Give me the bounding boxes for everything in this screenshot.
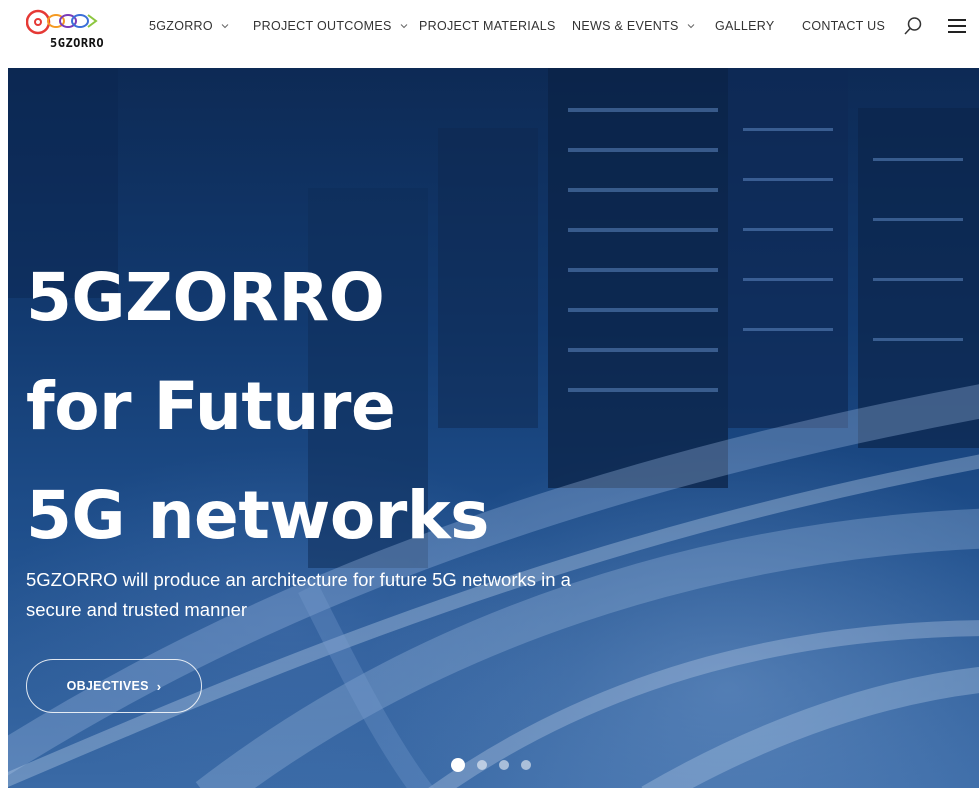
nav-item-label: PROJECT MATERIALS [419,19,556,33]
nav-item-gallery[interactable]: GALLERY [715,19,775,33]
hero-slider: 5GZORRO for Future 5G networks 5GZORRO w… [8,68,979,788]
chevron-right-icon: › [156,678,162,694]
slider-pagination [451,758,531,772]
objectives-button[interactable]: OBJECTIVES › [26,659,202,713]
chevron-down-icon [221,24,229,29]
chevron-down-icon [400,24,407,29]
site-header: 5GZORRO 5GZORRO PROJECT OUTCOMES PROJECT… [0,0,979,68]
nav-item-label: GALLERY [715,19,775,33]
slider-dot-3[interactable] [499,760,509,770]
nav-item-label: CONTACT US [802,19,886,33]
nav-item-project-materials[interactable]: PROJECT MATERIALS [419,19,556,33]
search-icon[interactable] [903,16,923,36]
nav-item-label: NEWS & EVENTS [572,19,679,33]
chevron-down-icon [687,24,695,29]
slider-dot-4[interactable] [521,760,531,770]
hero-title: 5GZORRO for Future 5G networks [26,259,489,554]
nav-item-label: PROJECT OUTCOMES [253,19,392,33]
objectives-button-label: OBJECTIVES [66,679,149,693]
nav-item-5gzorro[interactable]: 5GZORRO [149,19,229,33]
hamburger-menu-icon[interactable] [946,17,968,35]
nav-item-contact-us[interactable]: CONTACT US [802,19,885,33]
logo-wordmark: 5GZORRO [50,36,105,50]
hero-subtitle: 5GZORRO will produce an architecture for… [26,569,571,620]
slider-dot-2[interactable] [477,760,487,770]
nav-item-label: 5GZORRO [149,19,213,33]
nav-item-project-outcomes[interactable]: PROJECT OUTCOMES [253,19,408,33]
nav-item-news-events[interactable]: NEWS & EVENTS [572,19,695,33]
slider-dot-1[interactable] [451,758,465,772]
